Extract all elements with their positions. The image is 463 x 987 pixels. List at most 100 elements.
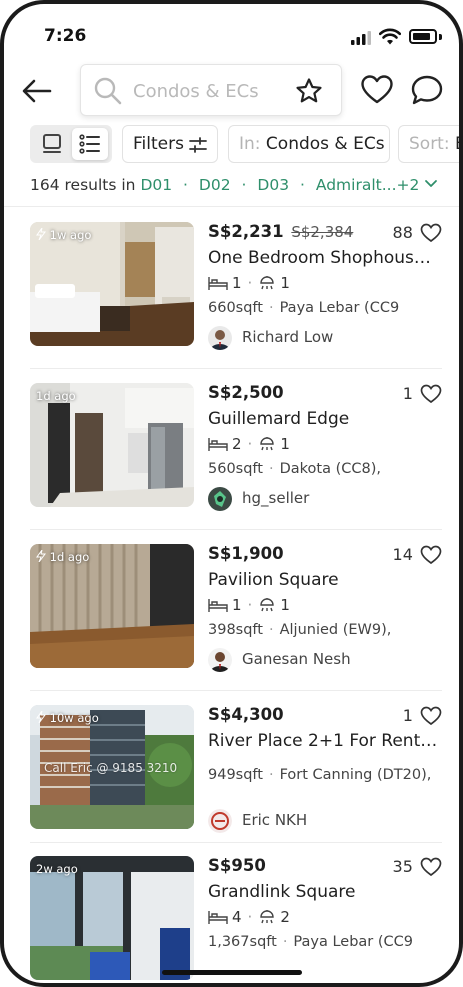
listing-card[interactable]: 2w ago S$950 35 Grandlink Square 4 · 2 1,3…: [30, 856, 442, 980]
sort-button[interactable]: Sort: B: [398, 125, 459, 163]
district-link[interactable]: D01: [140, 176, 172, 194]
listing-photo[interactable]: 1d ago: [30, 383, 194, 507]
like-count: 1: [402, 384, 413, 403]
like-count: 14: [392, 545, 413, 564]
like-button[interactable]: 1: [403, 383, 442, 405]
home-indicator[interactable]: [162, 970, 302, 975]
listing-price: S$1,900: [208, 544, 284, 563]
chat-bubble-icon[interactable]: [410, 74, 444, 106]
bed-icon: [208, 438, 228, 451]
listing-card[interactable]: 1d ago S$2,500 1 Guillemard Edge 2 · 1 560…: [30, 383, 442, 511]
separator-dot: ·: [241, 176, 247, 194]
listing-age: 1d ago: [36, 549, 90, 564]
listing-photo[interactable]: 1w ago: [30, 222, 194, 346]
bed-count: 4: [232, 908, 242, 926]
listing-card[interactable]: 10w ago Call Eric @ 9185 3210 S$4,300 1 …: [30, 705, 442, 833]
listing-meta: 660sqft · Paya Lebar (CC9: [208, 300, 400, 316]
filter-bar: Filters In: Condos & ECs Sort: B: [4, 125, 459, 165]
boost-bolt-icon: [36, 549, 46, 563]
property-type-filter[interactable]: In: Condos & ECs: [228, 125, 390, 163]
floor-size: 560sqft: [208, 461, 263, 477]
heart-icon: [420, 545, 442, 564]
results-summary: 164 results in D01 · D02 · D03 · Admiral…: [30, 176, 438, 194]
room-info: 2 · 1: [208, 435, 290, 453]
agent-avatar: [208, 648, 232, 672]
listing-title: Grandlink Square: [208, 882, 356, 902]
search-input[interactable]: [133, 77, 283, 105]
listing-age: 1d ago: [36, 389, 76, 403]
floor-size: 949sqft: [208, 767, 263, 783]
wifi-icon: [379, 28, 401, 45]
status-bar: 7:26: [4, 4, 459, 64]
listing-meta: 560sqft · Dakota (CC8),: [208, 461, 381, 477]
filters-button[interactable]: Filters: [122, 125, 218, 163]
like-button[interactable]: 14: [393, 544, 442, 566]
search-icon: [94, 77, 122, 105]
listing-info: S$2,231 S$2,384 88 One Bedroom Shophouse…: [208, 222, 442, 350]
listing-card[interactable]: 1d ago S$1,900 14 Pavilion Square 1 · 1 39…: [30, 544, 442, 672]
current-price: S$2,500: [208, 383, 284, 402]
chevron-down-icon[interactable]: [424, 179, 438, 189]
property-type-value: Condos & ECs: [265, 134, 385, 154]
agent-avatar: [208, 487, 232, 511]
agent-name: Eric NKH: [242, 811, 308, 829]
shower-icon: [260, 276, 275, 290]
like-button[interactable]: 35: [393, 856, 442, 878]
current-price: S$950: [208, 856, 266, 875]
shower-icon: [260, 598, 275, 612]
listing-age-text: 1w ago: [49, 228, 92, 242]
bed-icon: [208, 599, 228, 612]
listing-age: 2w ago: [36, 862, 78, 876]
shower-icon: [260, 437, 275, 451]
back-arrow-icon[interactable]: [20, 76, 54, 106]
battery-icon: [409, 29, 437, 44]
divider: [30, 529, 442, 530]
listing-age-text: 1d ago: [49, 550, 90, 564]
listing-photo[interactable]: 2w ago: [30, 856, 194, 980]
location: Paya Lebar (CC9: [293, 934, 414, 950]
boost-bolt-icon: [36, 710, 46, 724]
separator-dot: ·: [183, 176, 188, 194]
card-view-button[interactable]: [34, 128, 70, 160]
like-button[interactable]: 88: [393, 222, 442, 244]
agent-avatar: [208, 809, 232, 833]
listing-photo[interactable]: 10w ago Call Eric @ 9185 3210: [30, 705, 194, 829]
district-link[interactable]: Admiralt...+2: [316, 176, 419, 194]
sort-prefix: Sort:: [409, 134, 450, 154]
heart-icon: [420, 384, 442, 403]
listing-photo[interactable]: 1d ago: [30, 544, 194, 668]
district-link[interactable]: D03: [257, 176, 289, 194]
listing-age: 10w ago: [36, 710, 99, 725]
heart-icon: [420, 223, 442, 242]
listing-title: Pavilion Square: [208, 570, 339, 590]
listing-info: S$2,500 1 Guillemard Edge 2 · 1 560sqft · Da…: [208, 383, 442, 511]
status-time: 7:26: [44, 26, 87, 46]
photo-watermark: Call Eric @ 9185 3210: [44, 761, 178, 775]
listing-title: River Place 2+1 For Rent @…: [208, 731, 440, 751]
location: Paya Lebar (CC9: [279, 300, 400, 316]
heart-icon: [420, 706, 442, 725]
list-view-button[interactable]: [72, 128, 108, 160]
listing-card[interactable]: 1w ago S$2,231 S$2,384 88 One Bedroom Sh…: [30, 222, 442, 350]
heart-icon: [420, 857, 442, 876]
agent-name: Richard Low: [242, 328, 334, 346]
favorites-heart-icon[interactable]: [360, 74, 394, 106]
card-view-icon: [43, 134, 61, 153]
listing-title: One Bedroom Shophouse…: [208, 248, 440, 268]
star-icon[interactable]: [295, 77, 323, 105]
like-button[interactable]: 1: [403, 705, 442, 727]
location: Dakota (CC8),: [279, 461, 381, 477]
listing-age-text: 10w ago: [49, 711, 99, 725]
results-count: 164 results in: [30, 176, 136, 194]
floor-size: 660sqft: [208, 300, 263, 316]
search-bar[interactable]: [80, 64, 342, 116]
current-price: S$4,300: [208, 705, 284, 724]
sliders-icon: [189, 137, 207, 153]
listing-meta: 949sqft · Fort Canning (DT20),: [208, 767, 432, 783]
agent-name: Ganesan Nesh: [242, 650, 351, 668]
list-view-icon: [79, 134, 100, 154]
district-link[interactable]: D02: [199, 176, 231, 194]
divider: [30, 842, 442, 843]
bed-icon: [208, 277, 228, 290]
room-info: 1 · 1: [208, 274, 290, 292]
